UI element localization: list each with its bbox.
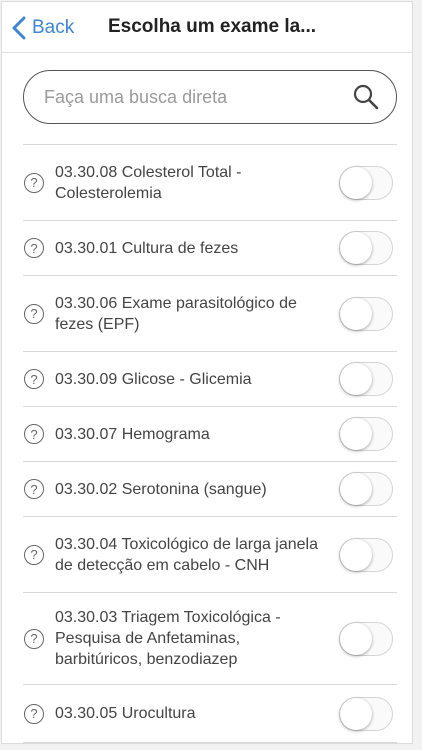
toggle-knob <box>340 166 372 199</box>
exam-label: 03.30.02 Serotonina (sangue) <box>55 480 267 498</box>
exam-toggle[interactable] <box>339 296 393 331</box>
nav-bar: Back Escolha um exame la... <box>2 2 412 53</box>
list-item: ? 03.30.08 Colesterol Total - Colesterol… <box>23 145 397 221</box>
question-circle-icon[interactable]: ? <box>24 369 44 389</box>
question-circle-icon[interactable]: ? <box>24 628 44 649</box>
exam-label: 03.30.06 Exame parasitológico de fezes (… <box>55 294 297 333</box>
toggle-knob <box>340 232 372 264</box>
back-button[interactable]: Back <box>12 14 74 42</box>
list-item: ? 03.30.07 Hemograma <box>23 407 397 462</box>
toggle-knob <box>340 297 372 330</box>
exam-label: 03.30.08 Colesterol Total - Colesterolem… <box>55 163 242 202</box>
exam-label: 03.30.05 Urocultura <box>55 705 196 722</box>
exam-toggle[interactable] <box>339 362 393 396</box>
list-item: ? 03.30.05 Urocultura <box>23 685 397 743</box>
exam-toggle[interactable] <box>339 165 393 200</box>
toggle-knob <box>340 622 372 655</box>
exam-label: 03.30.04 Toxicológico de larga janela de… <box>55 535 319 574</box>
exam-toggle[interactable] <box>339 472 393 506</box>
toggle-knob <box>340 363 372 395</box>
question-circle-icon[interactable]: ? <box>24 544 44 565</box>
chevron-left-icon <box>12 16 26 40</box>
exam-label: 03.30.09 Glicose - Glicemia <box>55 370 252 388</box>
exam-label: 03.30.03 Triagem Toxicológica - Pesquisa… <box>55 609 281 668</box>
question-circle-icon[interactable]: ? <box>24 479 44 499</box>
exam-toggle[interactable] <box>339 537 393 572</box>
exam-toggle[interactable] <box>339 621 393 656</box>
app-frame: Back Escolha um exame la... ? 03.30.08 C… <box>1 1 413 744</box>
list-item: ? 03.30.06 Exame parasitológico de fezes… <box>23 276 397 352</box>
search-icon[interactable] <box>352 83 380 111</box>
question-circle-icon[interactable]: ? <box>24 703 44 724</box>
toggle-knob <box>340 473 372 505</box>
exam-toggle[interactable] <box>339 231 393 265</box>
exam-label: 03.30.01 Cultura de fezes <box>55 239 239 257</box>
exam-toggle[interactable] <box>339 696 393 731</box>
back-label: Back <box>32 17 75 38</box>
toggle-knob <box>340 697 372 730</box>
list-item: ? 03.30.09 Glicose - Glicemia <box>23 352 397 407</box>
list-item: ? 03.30.04 Toxicológico de larga janela … <box>23 517 397 593</box>
toggle-knob <box>340 418 372 450</box>
page-title: Escolha um exame la... <box>108 16 317 37</box>
search-bar <box>23 70 397 124</box>
list-item: ? 03.30.03 Triagem Toxicológica - Pesqui… <box>23 593 397 685</box>
exam-label: 03.30.07 Hemograma <box>55 425 210 443</box>
list-item: ? 03.30.02 Serotonina (sangue) <box>23 462 397 517</box>
question-circle-icon[interactable]: ? <box>24 303 44 324</box>
exam-toggle[interactable] <box>339 417 393 451</box>
question-circle-icon[interactable]: ? <box>24 238 44 258</box>
question-circle-icon[interactable]: ? <box>24 424 44 444</box>
toggle-knob <box>340 538 372 571</box>
exam-list: ? 03.30.08 Colesterol Total - Colesterol… <box>23 144 397 743</box>
list-item: ? 03.30.01 Cultura de fezes <box>23 221 397 276</box>
question-circle-icon[interactable]: ? <box>24 172 44 193</box>
search-input[interactable] <box>42 85 336 109</box>
